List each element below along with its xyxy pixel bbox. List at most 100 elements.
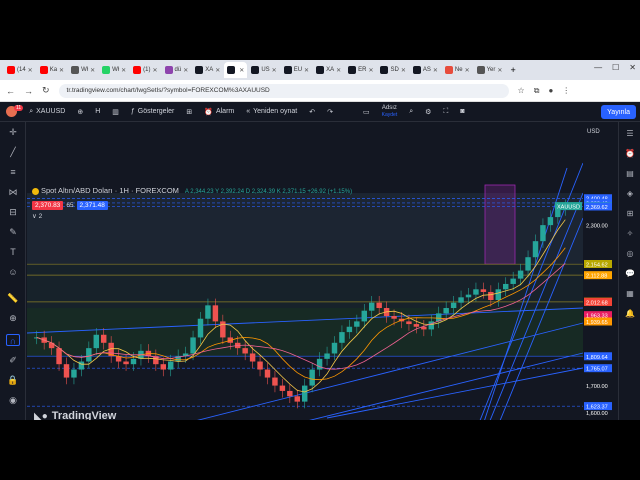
tab-close-icon[interactable]: ✕ bbox=[401, 67, 406, 74]
candle[interactable] bbox=[510, 278, 516, 284]
forward-icon[interactable]: → bbox=[24, 86, 33, 96]
templates-icon[interactable]: ⊞ bbox=[186, 108, 192, 116]
candle[interactable] bbox=[63, 364, 70, 378]
alerts-clock-icon[interactable]: ⏰ bbox=[624, 148, 636, 160]
candle[interactable] bbox=[450, 302, 457, 309]
candle[interactable] bbox=[503, 283, 509, 290]
redo-icon[interactable]: ↷ bbox=[327, 108, 333, 116]
layers-icon[interactable]: ◈ bbox=[624, 188, 636, 200]
candle[interactable] bbox=[354, 321, 360, 327]
minimize-icon[interactable]: — bbox=[594, 63, 602, 72]
candle[interactable] bbox=[540, 225, 546, 242]
browser-tab[interactable]: XA ✕ bbox=[313, 62, 344, 78]
candle[interactable] bbox=[48, 342, 55, 349]
browser-tab[interactable]: Ne ✕ bbox=[442, 62, 473, 78]
zoom-icon[interactable]: ⊕ bbox=[6, 312, 20, 324]
trendline-icon[interactable]: ╱ bbox=[6, 146, 20, 158]
candle[interactable] bbox=[78, 361, 85, 370]
trend-line[interactable] bbox=[307, 352, 584, 420]
brush-icon[interactable]: ✎ bbox=[6, 226, 20, 238]
url-field[interactable]: tr.tradingview.com/chart/IwgSetIs/?symbo… bbox=[58, 83, 509, 98]
chart-type-icon[interactable]: ▥ bbox=[112, 108, 119, 116]
fullscreen-icon[interactable]: ⛶ bbox=[443, 108, 448, 116]
candle[interactable] bbox=[309, 369, 315, 386]
tab-close-icon[interactable]: ✕ bbox=[90, 67, 95, 74]
stay-drawing-icon[interactable]: ✐ bbox=[6, 354, 20, 366]
candle[interactable] bbox=[86, 348, 92, 362]
browser-tab[interactable]: (14 ✕ bbox=[4, 62, 36, 78]
candle[interactable] bbox=[123, 361, 129, 365]
tab-close-icon[interactable]: ✕ bbox=[272, 67, 277, 74]
browser-tab[interactable]: Wł ✕ bbox=[99, 62, 129, 78]
interval-button[interactable]: H bbox=[95, 108, 100, 115]
candle[interactable] bbox=[532, 241, 539, 258]
layout-icon[interactable]: ▭ bbox=[363, 108, 370, 116]
browser-tab[interactable]: US ✕ bbox=[248, 62, 279, 78]
candle[interactable] bbox=[316, 358, 323, 370]
browser-tab[interactable]: EU ✕ bbox=[281, 62, 312, 78]
text-tool-icon[interactable]: T bbox=[6, 246, 20, 258]
candle[interactable] bbox=[264, 369, 271, 378]
menu-icon[interactable]: ⋮ bbox=[562, 86, 570, 95]
browser-tab[interactable]: XA ✕ bbox=[192, 62, 223, 78]
new-tab-icon[interactable]: + bbox=[510, 65, 515, 75]
tab-close-icon[interactable]: ✕ bbox=[336, 67, 341, 74]
horizontal-lines-icon[interactable]: ≡ bbox=[6, 166, 20, 178]
maximize-icon[interactable]: ☐ bbox=[612, 63, 619, 72]
candle[interactable] bbox=[242, 348, 248, 354]
pattern-icon[interactable]: ⋈ bbox=[6, 186, 20, 198]
tab-close-icon[interactable]: ✕ bbox=[59, 67, 64, 74]
candle[interactable] bbox=[391, 316, 397, 319]
highlight-box[interactable] bbox=[484, 184, 516, 265]
candle[interactable] bbox=[249, 353, 256, 362]
browser-tab[interactable]: Wł ✕ bbox=[68, 62, 98, 78]
symbol-search-button[interactable]: ⌕ XAUUSD bbox=[29, 108, 65, 116]
close-icon[interactable]: ✕ bbox=[629, 63, 636, 72]
undo-icon[interactable]: ↶ bbox=[309, 108, 315, 116]
candle[interactable] bbox=[406, 321, 412, 325]
tab-close-icon[interactable]: ✕ bbox=[433, 67, 438, 74]
candle[interactable] bbox=[160, 364, 166, 370]
candle[interactable] bbox=[130, 358, 137, 365]
browser-tab[interactable]: (1) ✕ bbox=[130, 62, 160, 78]
candle[interactable] bbox=[488, 291, 494, 300]
browser-tab[interactable]: Yer ✕ bbox=[474, 62, 506, 78]
browser-tab[interactable]: dü ✕ bbox=[162, 62, 192, 78]
magnet-icon[interactable]: ∩ bbox=[6, 334, 20, 346]
browser-tab[interactable]: ✕ bbox=[224, 62, 248, 78]
tab-close-icon[interactable]: ✕ bbox=[215, 67, 220, 74]
grid-icon[interactable]: ⊞ bbox=[624, 208, 636, 220]
candle[interactable] bbox=[339, 332, 345, 343]
candle[interactable] bbox=[361, 310, 367, 322]
eye-icon[interactable]: ◉ bbox=[6, 394, 20, 406]
profile-avatar[interactable]: ● bbox=[548, 86, 553, 95]
streams-icon[interactable]: ◎ bbox=[624, 248, 636, 260]
candle[interactable] bbox=[331, 342, 338, 354]
candle[interactable] bbox=[257, 361, 263, 370]
price-chart[interactable]: USD2,400.482,383.402,371.152,369.622,300… bbox=[27, 123, 613, 420]
candle[interactable] bbox=[547, 217, 554, 226]
candle[interactable] bbox=[197, 318, 204, 338]
browser-tab[interactable]: Ka ✕ bbox=[37, 62, 67, 78]
back-icon[interactable]: ← bbox=[6, 86, 15, 96]
trend-line[interactable] bbox=[326, 367, 584, 419]
candle[interactable] bbox=[495, 289, 501, 300]
compare-add-icon[interactable]: ⊕ bbox=[77, 108, 83, 116]
bookmark-star-icon[interactable]: ☆ bbox=[518, 86, 525, 95]
candle[interactable] bbox=[525, 257, 531, 271]
indicators-button[interactable]: ƒ Göstergeler bbox=[131, 108, 174, 115]
candle[interactable] bbox=[458, 297, 464, 303]
quick-search-icon[interactable]: ⌕ bbox=[409, 108, 413, 116]
buy-price[interactable]: 2,371.48 bbox=[76, 201, 108, 210]
candle[interactable] bbox=[93, 334, 99, 349]
projection-icon[interactable]: ⊟ bbox=[6, 206, 20, 218]
ruler-icon[interactable]: 📏 bbox=[6, 292, 20, 304]
tab-close-icon[interactable]: ✕ bbox=[183, 67, 188, 74]
candle[interactable] bbox=[101, 334, 107, 343]
tab-close-icon[interactable]: ✕ bbox=[304, 67, 309, 74]
settings-gear-icon[interactable]: ⚙ bbox=[425, 108, 431, 116]
reload-icon[interactable]: ↻ bbox=[42, 85, 50, 96]
tab-close-icon[interactable]: ✕ bbox=[152, 67, 157, 74]
tab-close-icon[interactable]: ✕ bbox=[465, 67, 470, 74]
indicators-toggle[interactable]: ∨ 2 bbox=[32, 212, 42, 220]
